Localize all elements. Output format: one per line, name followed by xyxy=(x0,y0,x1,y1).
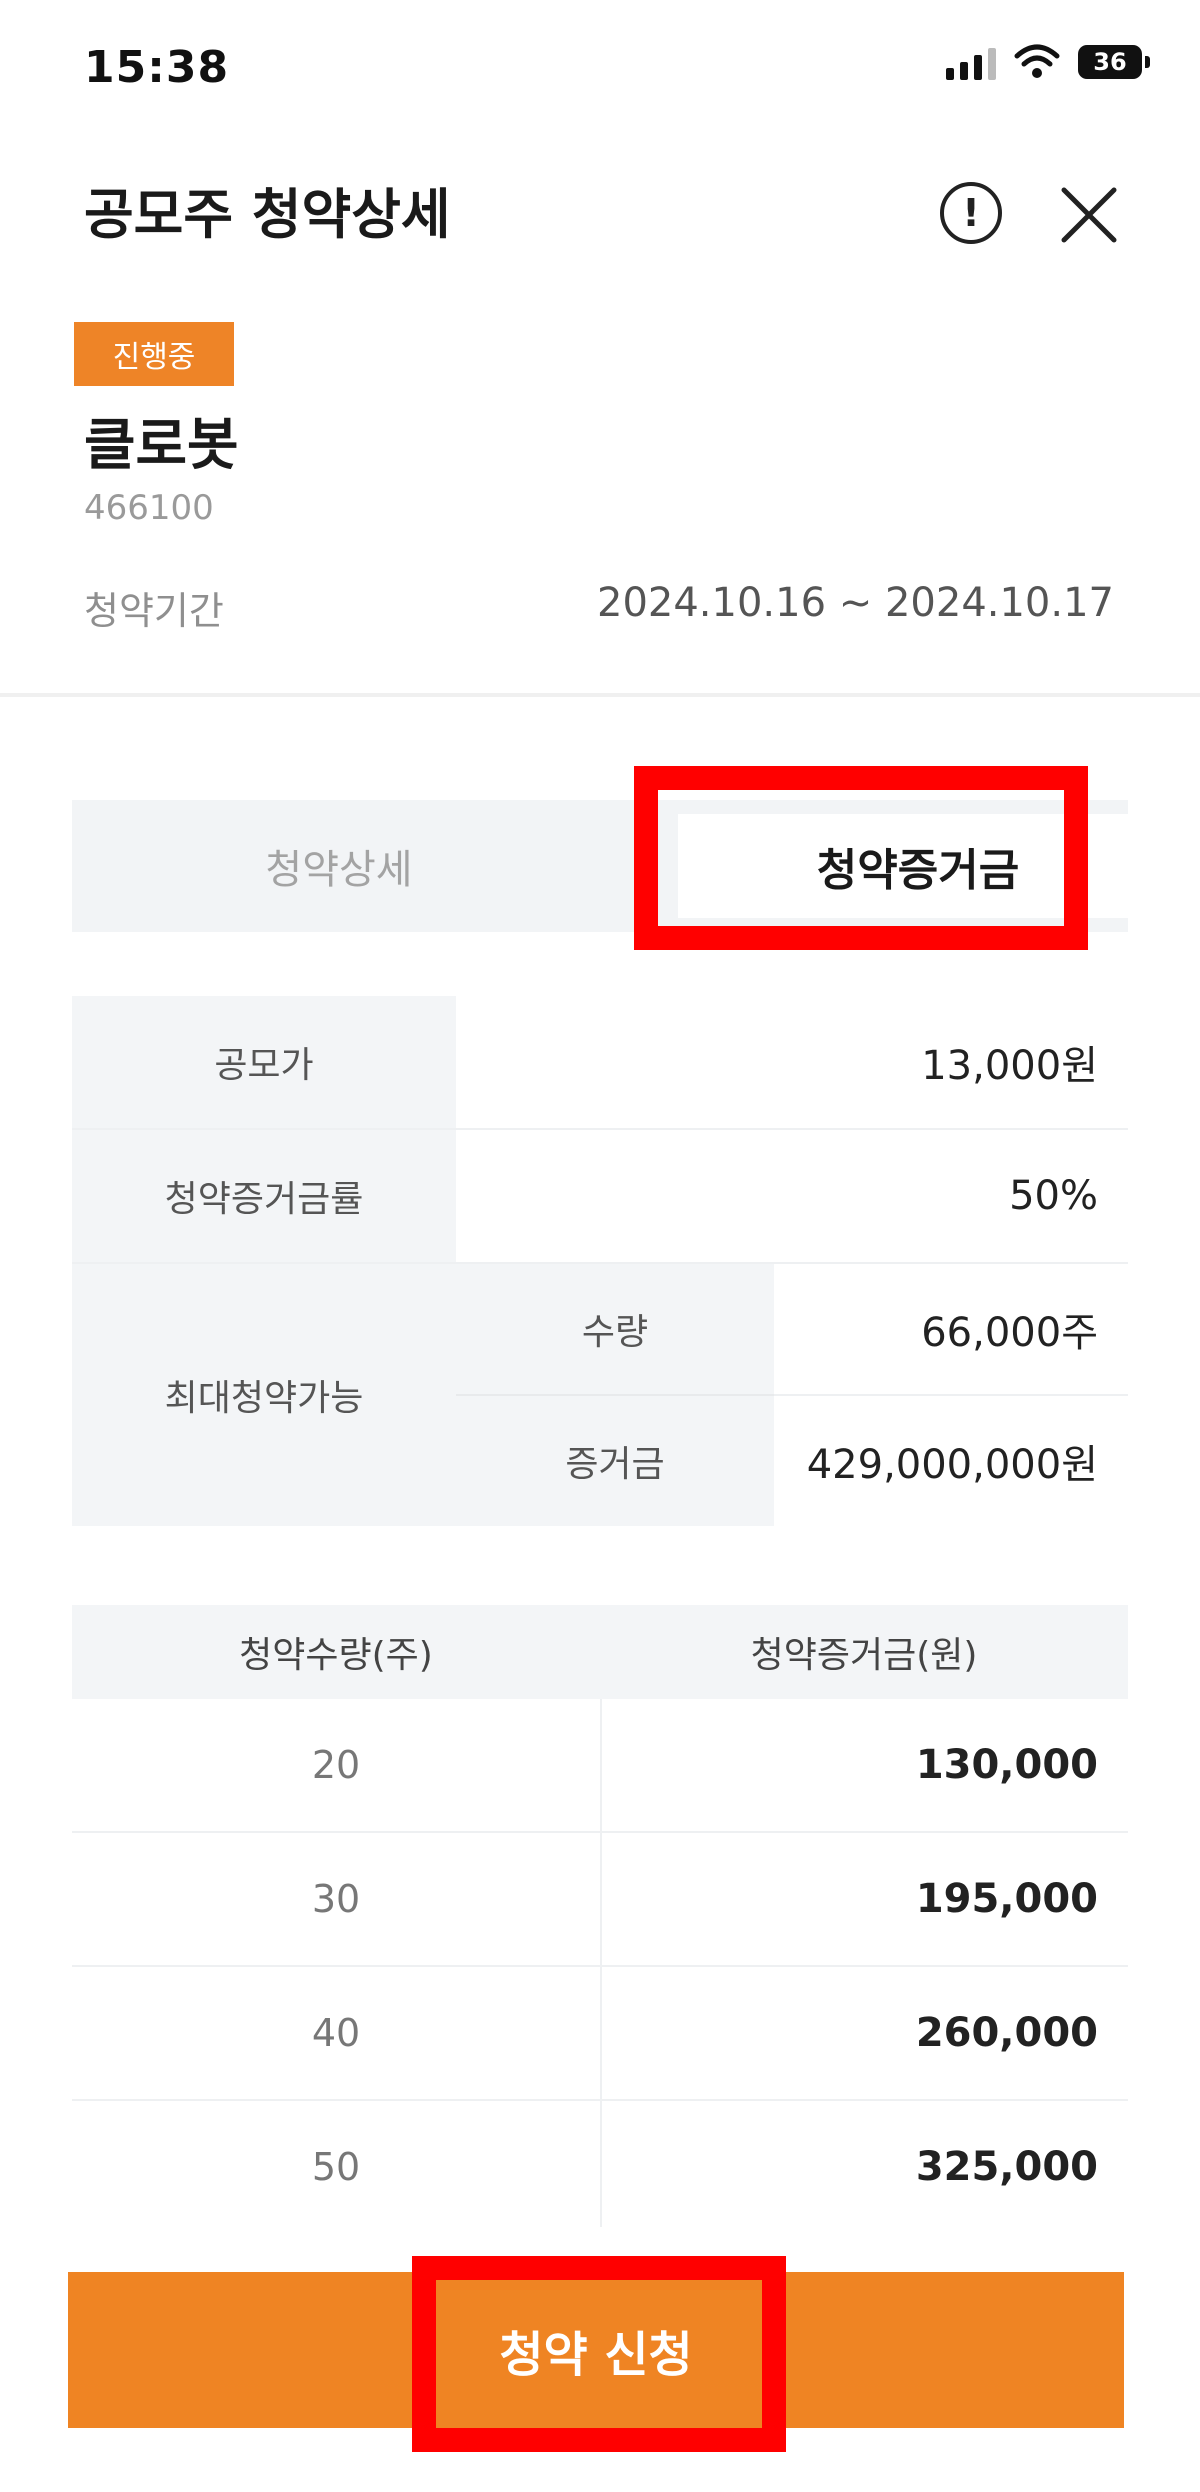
row-qty: 40 xyxy=(311,2011,361,2055)
table-row: 40 260,000 xyxy=(72,1967,1128,2101)
status-icons: 36 xyxy=(946,44,1150,80)
status-bar: 15:38 36 xyxy=(0,0,1200,140)
table-row: 50 325,000 xyxy=(72,2101,1128,2233)
battery-icon: 36 xyxy=(1078,45,1150,79)
header-qty: 청약수량(주) xyxy=(239,1635,433,1676)
highlight-box-button xyxy=(412,2256,786,2452)
signal-icon xyxy=(946,44,996,80)
max-label: 최대청약가능 xyxy=(72,1264,456,1526)
deposit-rate-value: 50% xyxy=(1009,1173,1098,1219)
table-row: 30 195,000 xyxy=(72,1833,1128,1967)
table-row-max: 최대청약가능 수량 66,000주 증거금 429,000,000원 xyxy=(72,1264,1128,1526)
quantity-table-header: 청약수량(주) 청약증거금(원) xyxy=(72,1605,1128,1699)
row-amount: 325,000 xyxy=(915,2144,1098,2190)
section-divider xyxy=(0,693,1200,697)
stock-name: 클로봇 xyxy=(84,413,239,478)
highlight-box-tab xyxy=(634,766,1088,950)
deposit-rate-label: 청약증거금률 xyxy=(72,1130,456,1262)
info-icon[interactable]: ! xyxy=(940,182,1002,244)
row-amount: 195,000 xyxy=(915,1876,1098,1922)
page-title: 공모주 청약상세 xyxy=(84,183,451,246)
status-badge: 진행중 xyxy=(74,322,234,386)
table-row-deposit-rate: 청약증거금률 50% xyxy=(72,1130,1128,1264)
row-qty: 20 xyxy=(311,1743,361,1787)
period-label: 청약기간 xyxy=(84,589,224,633)
table-row: 20 130,000 xyxy=(72,1699,1128,1833)
row-qty: 50 xyxy=(311,2145,361,2189)
row-amount: 130,000 xyxy=(915,1742,1098,1788)
row-qty: 30 xyxy=(311,1877,361,1921)
table-row-offer-price: 공모가 13,000원 xyxy=(72,996,1128,1130)
header-amount: 청약증거금(원) xyxy=(750,1635,978,1676)
offer-price-label: 공모가 xyxy=(72,996,456,1128)
max-qty-value: 66,000주 xyxy=(921,1310,1098,1356)
row-amount: 260,000 xyxy=(915,2010,1098,2056)
max-deposit-label: 증거금 xyxy=(456,1396,774,1526)
tab-detail[interactable]: 청약상세 xyxy=(72,800,606,932)
period-value: 2024.10.16 ~ 2024.10.17 xyxy=(597,580,1114,626)
max-qty-label: 수량 xyxy=(456,1264,774,1396)
row-divider xyxy=(774,1394,1128,1396)
wifi-icon xyxy=(1014,44,1060,78)
status-time: 15:38 xyxy=(84,42,230,93)
close-icon[interactable] xyxy=(1054,180,1124,250)
max-deposit-value: 429,000,000원 xyxy=(806,1442,1098,1488)
stock-code: 466100 xyxy=(84,488,214,528)
offer-price-value: 13,000원 xyxy=(921,1043,1098,1089)
